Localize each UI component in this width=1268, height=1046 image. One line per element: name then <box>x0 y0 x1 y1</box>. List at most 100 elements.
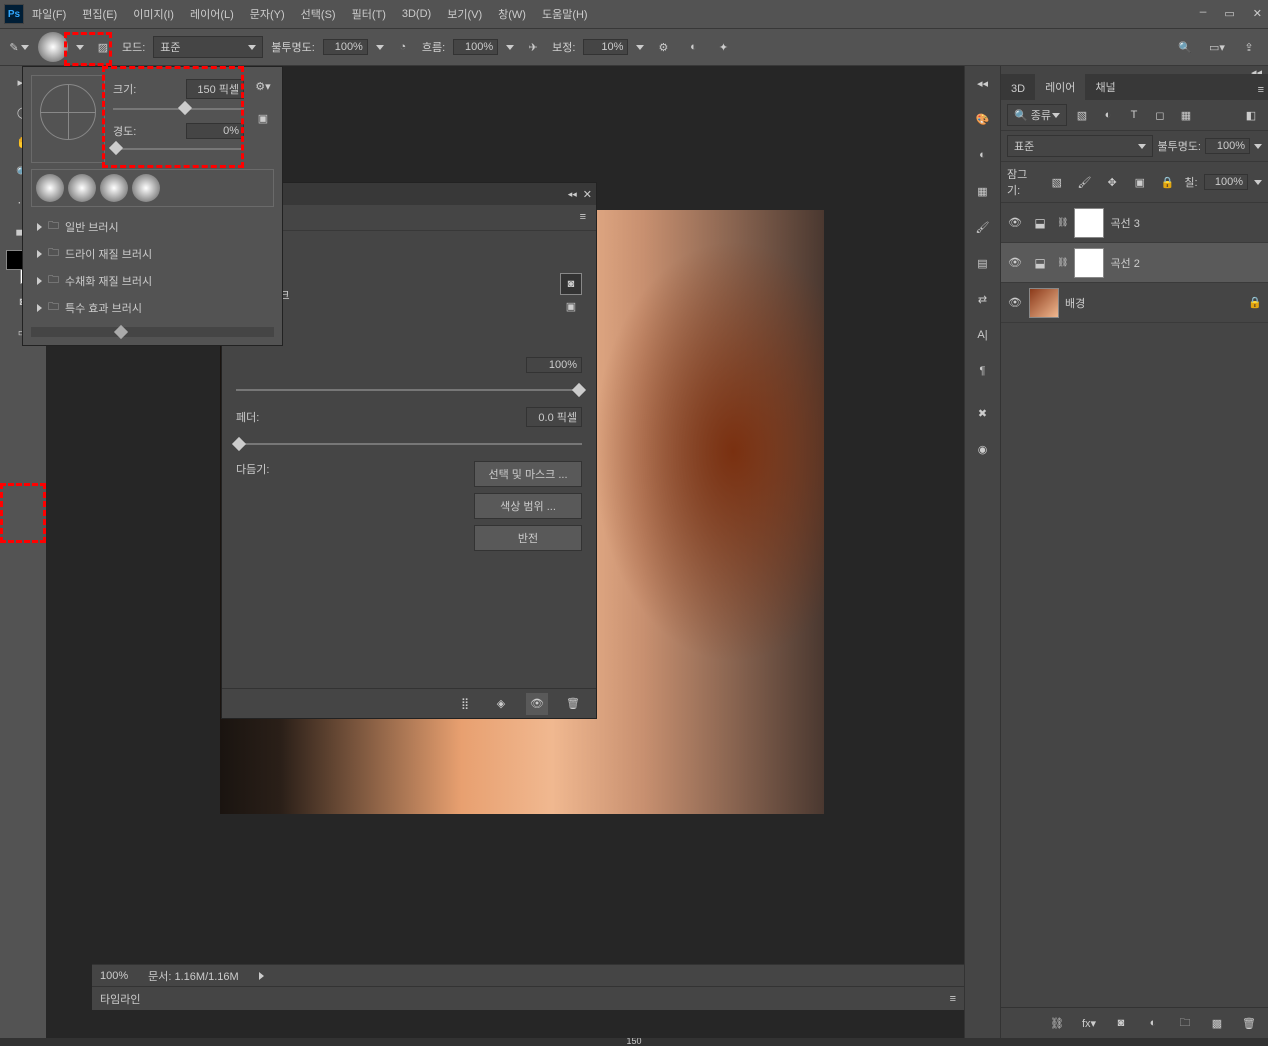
para-panel-icon[interactable]: ¶ <box>972 360 994 382</box>
load-selection-icon[interactable]: ⣿ <box>454 693 476 715</box>
expand-panels-icon[interactable]: ◂◂ <box>972 72 994 94</box>
brush-panel-icon[interactable]: ▨ <box>92 36 114 58</box>
new-layer-icon[interactable]: ▩ <box>1206 1012 1228 1034</box>
menu-edit[interactable]: 편집(E) <box>74 2 125 26</box>
flow-input[interactable]: 100% <box>453 39 498 55</box>
filter-shape-icon[interactable]: ◻ <box>1149 104 1171 126</box>
brush-preset-icon[interactable] <box>100 174 128 202</box>
brush-scrollbar[interactable] <box>31 327 274 337</box>
lib3-icon[interactable]: ⇄ <box>972 288 994 310</box>
new-preset-icon[interactable]: ▣ <box>252 107 274 129</box>
lib2-icon[interactable]: ▤ <box>972 252 994 274</box>
menu-filter[interactable]: 필터(T) <box>344 2 394 26</box>
apply-mask-icon[interactable]: ◈ <box>490 693 512 715</box>
delete-layer-icon[interactable]: 🗑 <box>1238 1012 1260 1034</box>
brush-folder[interactable]: 🗀 일반 브러시 <box>31 213 274 240</box>
color-panel-icon[interactable]: 🎨 <box>972 108 994 130</box>
mask-thumb[interactable] <box>1074 208 1104 238</box>
fill-input[interactable]: 100% <box>1204 174 1248 190</box>
status-more-icon[interactable] <box>259 972 264 980</box>
filter-smart-icon[interactable]: ▦ <box>1175 104 1197 126</box>
lock-pixel-icon[interactable]: 🖌 <box>1074 171 1096 193</box>
lock-all-icon[interactable]: 🔒 <box>1157 171 1179 193</box>
timeline-menu-icon[interactable]: ≡ <box>950 993 956 1005</box>
filter-toggle-icon[interactable]: ◧ <box>1240 104 1262 126</box>
brush-preset-icon[interactable] <box>36 174 64 202</box>
flow-dropdown-icon[interactable] <box>506 45 514 50</box>
minimize-icon[interactable]: — <box>1198 5 1209 23</box>
smooth-input[interactable]: 10% <box>583 39 628 55</box>
panel-collapse-icon[interactable]: ◂◂ <box>568 189 577 200</box>
visibility-icon[interactable]: 👁 <box>1007 216 1023 229</box>
tab-layers[interactable]: 레이어 <box>1035 74 1085 100</box>
visibility-icon[interactable]: 👁 <box>1007 296 1023 309</box>
panel-collapse-icon[interactable]: ◂◂ <box>1001 66 1268 74</box>
brush-panel2-icon[interactable]: 🖌 <box>972 216 994 238</box>
invert-button[interactable]: 반전 <box>474 525 582 551</box>
menu-view[interactable]: 보기(V) <box>439 2 490 26</box>
pressure-opacity-icon[interactable]: ◔ <box>392 36 414 58</box>
fill-dropdown-icon[interactable] <box>1254 180 1262 185</box>
layer-row[interactable]: 👁 ⬓ ⛓ 곡선 2 <box>1001 243 1268 283</box>
cc-libs-icon[interactable]: ◉ <box>972 438 994 460</box>
tools-panel-icon[interactable]: ✖ <box>972 402 994 424</box>
zoom-readout[interactable]: 100% <box>100 970 128 982</box>
tool-preset-icon[interactable]: ✎ <box>8 36 30 58</box>
menu-image[interactable]: 이미지(I) <box>125 2 182 26</box>
panel-close-icon[interactable]: ✕ <box>583 188 592 201</box>
brush-dropdown-icon[interactable] <box>76 45 84 50</box>
menu-file[interactable]: 파일(F) <box>24 2 74 26</box>
menu-select[interactable]: 선택(S) <box>293 2 344 26</box>
toggle-mask-icon[interactable]: 👁 <box>526 693 548 715</box>
gear-icon[interactable]: ⚙ <box>652 36 674 58</box>
density-input[interactable]: 100% <box>526 357 582 373</box>
panel-menu-icon[interactable]: ≡ <box>580 211 586 224</box>
layer-name[interactable]: 배경 <box>1065 295 1085 311</box>
mode-select[interactable]: 표준 <box>153 36 263 58</box>
color-range-button[interactable]: 색상 범위 ... <box>474 493 582 519</box>
close-icon[interactable]: ✕ <box>1251 5 1264 23</box>
delete-mask-icon[interactable]: 🗑 <box>562 693 584 715</box>
layer-opacity-input[interactable]: 100% <box>1205 138 1250 154</box>
layer-opacity-dropdown-icon[interactable] <box>1254 144 1262 149</box>
feather-slider[interactable] <box>236 437 582 451</box>
filter-adj-icon[interactable]: ◐ <box>1097 104 1119 126</box>
menu-type[interactable]: 문자(Y) <box>242 2 293 26</box>
pressure-size-icon[interactable]: ◐ <box>682 36 704 58</box>
brush-hardness-slider[interactable] <box>113 143 244 155</box>
brush-size-slider[interactable] <box>113 103 244 115</box>
opacity-dropdown-icon[interactable] <box>376 45 384 50</box>
airbrush-icon[interactable]: ✈ <box>522 36 544 58</box>
layer-row[interactable]: 👁 배경 🔒 <box>1001 283 1268 323</box>
brush-preset-icon[interactable] <box>132 174 160 202</box>
brush-preview-icon[interactable] <box>38 32 68 62</box>
mask-thumb[interactable] <box>1074 248 1104 278</box>
swatches-panel-icon[interactable]: ◐ <box>972 144 994 166</box>
brush-preset-icon[interactable] <box>68 174 96 202</box>
tab-channels[interactable]: 채널 <box>1085 74 1125 100</box>
lock-trans-icon[interactable]: ▧ <box>1046 171 1068 193</box>
timeline-bar[interactable]: 타임라인 ≡ <box>92 986 964 1010</box>
maximize-icon[interactable]: ▭ <box>1222 5 1236 23</box>
workspace-icon[interactable]: ▭▾ <box>1206 36 1228 58</box>
link-layers-icon[interactable]: ⛓ <box>1046 1012 1068 1034</box>
menu-layer[interactable]: 레이어(L) <box>182 2 242 26</box>
feather-input[interactable]: 0.0 픽셀 <box>526 407 582 427</box>
new-group-icon[interactable]: 🗀 <box>1174 1012 1196 1034</box>
layer-row[interactable]: 👁 ⬓ ⛓ 곡선 3 <box>1001 203 1268 243</box>
lock-pos-icon[interactable]: ✥ <box>1101 171 1123 193</box>
brush-folder[interactable]: 🗀 특수 효과 브러시 <box>31 294 274 321</box>
menu-window[interactable]: 창(W) <box>490 2 534 26</box>
char-panel-icon[interactable]: A| <box>972 324 994 346</box>
tab-3d[interactable]: 3D <box>1001 78 1035 100</box>
lib1-icon[interactable]: ▦ <box>972 180 994 202</box>
lock-artboard-icon[interactable]: ▣ <box>1129 171 1151 193</box>
brush-hardness-input[interactable]: 0% <box>186 123 244 139</box>
share-icon[interactable]: ⇪ <box>1238 36 1260 58</box>
add-adjustment-icon[interactable]: ◐ <box>1142 1012 1164 1034</box>
symmetry-icon[interactable]: ✦ <box>712 36 734 58</box>
layer-name[interactable]: 곡선 3 <box>1110 215 1139 231</box>
filter-pixel-icon[interactable]: ▧ <box>1071 104 1093 126</box>
menu-3d[interactable]: 3D(D) <box>394 4 439 24</box>
brush-folder[interactable]: 🗀 수채화 재질 브러시 <box>31 267 274 294</box>
